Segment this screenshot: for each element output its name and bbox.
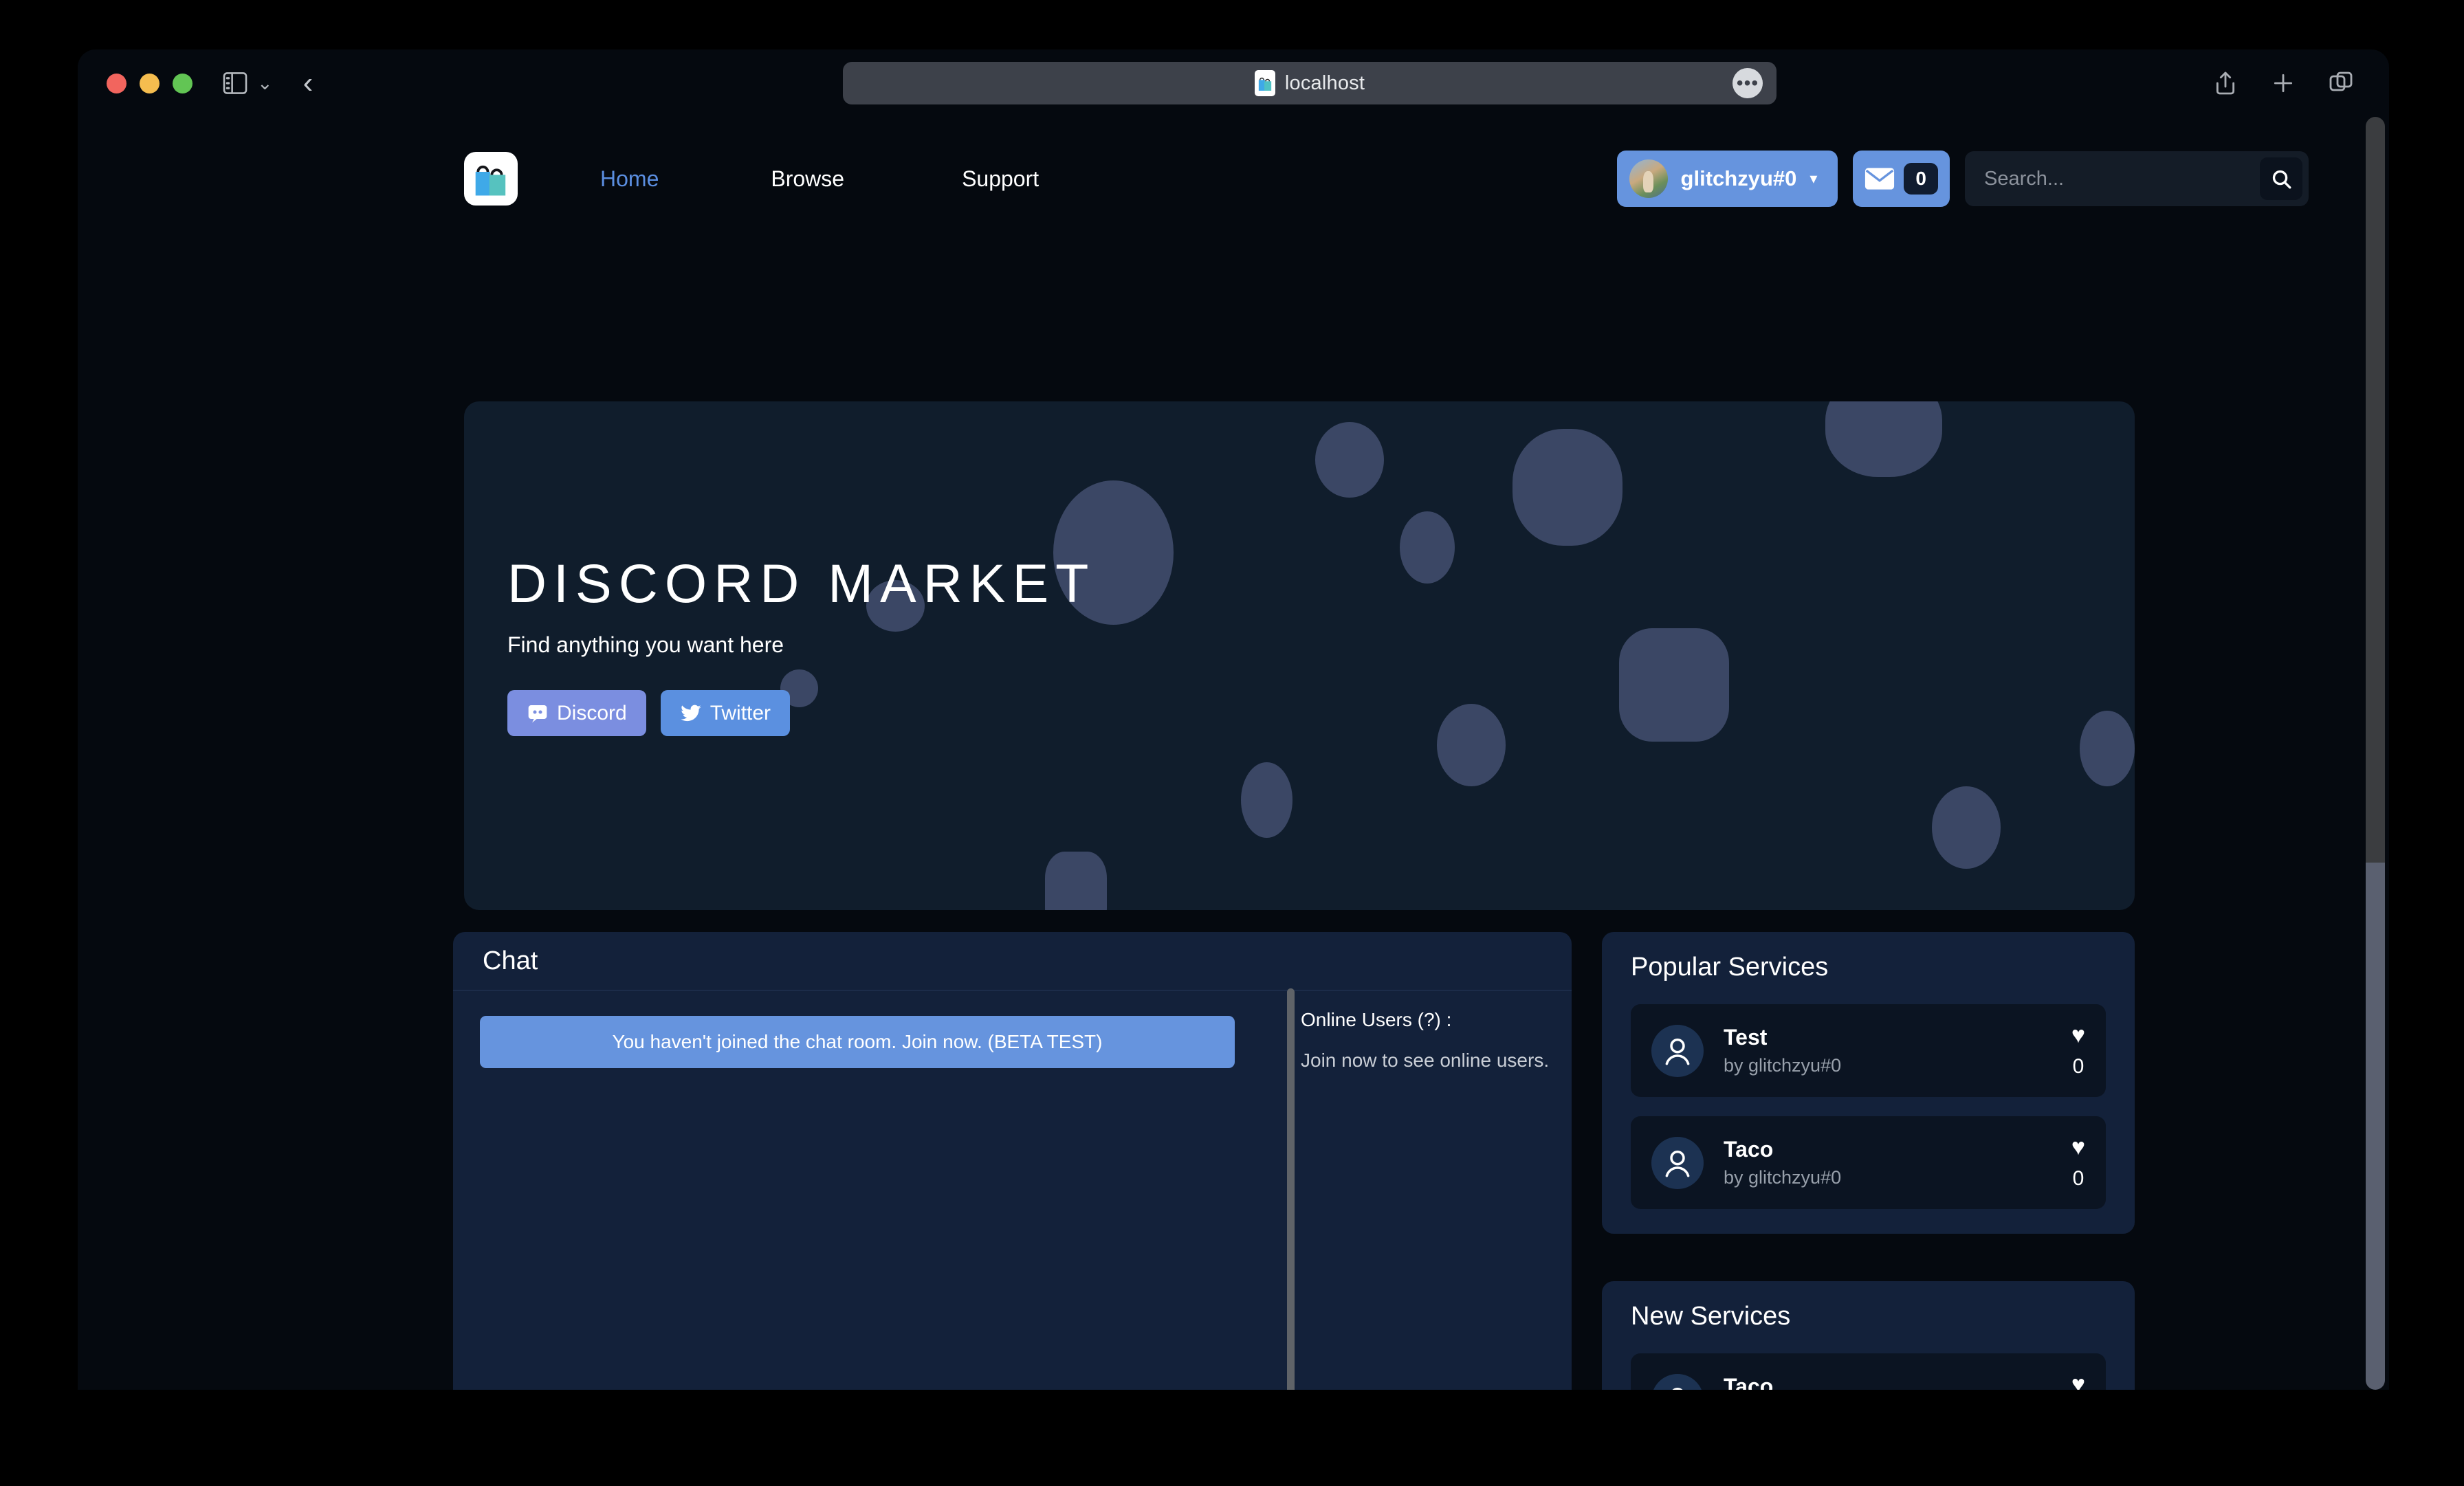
new-services-panel: New Services Taco by glitchzyu#0 ♥ 0 bbox=[1602, 1281, 2135, 1390]
header-actions: glitchzyu#0 ▾ 0 bbox=[1616, 151, 2309, 207]
popular-services-title: Popular Services bbox=[1631, 953, 1829, 982]
page-title: DISCORD MARKET bbox=[507, 553, 1096, 614]
online-users-panel: Online Users (?) : Join now to see onlin… bbox=[1301, 1009, 1590, 1072]
avatar bbox=[1629, 159, 1668, 198]
window-traffic-lights bbox=[107, 73, 192, 93]
tab-overview-icon[interactable] bbox=[2327, 69, 2355, 97]
service-author: by glitchzyu#0 bbox=[1724, 1167, 1842, 1188]
plus-icon[interactable] bbox=[2269, 69, 2297, 97]
avatar bbox=[1651, 1024, 1704, 1077]
service-card[interactable]: Taco by glitchzyu#0 ♥ 0 bbox=[1631, 1353, 2106, 1390]
service-info: Taco by glitchzyu#0 bbox=[1724, 1374, 2071, 1390]
service-name: Taco bbox=[1724, 1374, 1774, 1390]
new-services-title: New Services bbox=[1631, 1302, 1791, 1331]
discord-button[interactable]: Discord bbox=[507, 690, 646, 736]
service-likes[interactable]: ♥ 0 bbox=[2071, 1135, 2085, 1190]
search-button[interactable] bbox=[2260, 157, 2302, 200]
chat-title: Chat bbox=[483, 946, 538, 975]
search-input[interactable] bbox=[1984, 167, 2260, 190]
back-arrow-icon[interactable]: ‹ bbox=[303, 68, 314, 98]
chevron-down-icon: ▾ bbox=[1810, 170, 1818, 187]
site-header: Home Browse Support glitchzyu#0 ▾ 0 bbox=[78, 117, 2370, 241]
hero-banner: DISCORD MARKET Find anything you want he… bbox=[464, 401, 2135, 910]
service-info: Taco by glitchzyu#0 bbox=[1724, 1137, 2071, 1188]
hero-subtitle: Find anything you want here bbox=[507, 632, 784, 657]
chat-panel-scrollbar[interactable] bbox=[1287, 988, 1295, 1390]
twitter-button[interactable]: Twitter bbox=[660, 690, 791, 736]
service-likes[interactable]: ♥ 0 bbox=[2071, 1373, 2085, 1390]
close-window-button[interactable] bbox=[107, 73, 126, 93]
chat-panel: Chat You haven't joined the chat room. J… bbox=[453, 932, 1572, 1390]
browser-window: ⌄ ‹ localhost ••• Home Browse Support gl… bbox=[78, 49, 2389, 1390]
discord-icon bbox=[528, 705, 547, 722]
user-icon bbox=[1672, 1387, 1683, 1390]
chat-message-list: You haven't joined the chat room. Join n… bbox=[453, 991, 1262, 1390]
messages-button[interactable]: 0 bbox=[1853, 151, 1950, 207]
avatar bbox=[1651, 1373, 1704, 1390]
page-scrollbar-track[interactable] bbox=[2366, 117, 2385, 863]
main-nav: Home Browse Support bbox=[518, 166, 1039, 192]
user-name: glitchzyu#0 bbox=[1680, 166, 1797, 190]
join-chat-banner[interactable]: You haven't joined the chat room. Join n… bbox=[480, 1016, 1235, 1068]
page-viewport: Home Browse Support glitchzyu#0 ▾ 0 Sear… bbox=[78, 117, 2389, 1390]
service-name: Taco bbox=[1724, 1137, 1774, 1162]
envelope-icon bbox=[1865, 168, 1895, 190]
like-count: 0 bbox=[2072, 1166, 2084, 1190]
online-users-message: Join now to see online users. bbox=[1301, 1050, 1550, 1071]
service-author: by glitchzyu#0 bbox=[1724, 1055, 1842, 1076]
sidebar-controls: ⌄ bbox=[223, 72, 273, 94]
search-icon bbox=[2272, 170, 2291, 188]
like-count: 0 bbox=[2072, 1054, 2084, 1078]
address-text: localhost bbox=[1284, 71, 1365, 94]
address-bar[interactable]: localhost ••• bbox=[843, 62, 1776, 104]
heart-icon: ♥ bbox=[2071, 1371, 2085, 1390]
page-scrollbar-thumb[interactable] bbox=[2366, 863, 2385, 1390]
minimize-window-button[interactable] bbox=[140, 73, 160, 93]
maximize-window-button[interactable] bbox=[173, 73, 192, 93]
page-scrollbar[interactable] bbox=[2366, 117, 2385, 1390]
search-box bbox=[1965, 151, 2309, 206]
browser-toolbar-actions bbox=[2212, 69, 2355, 97]
user-icon bbox=[1665, 1038, 1690, 1065]
shopping-bags-favicon-icon bbox=[1258, 78, 1272, 91]
messages-count-badge: 0 bbox=[1904, 163, 1938, 195]
site-logo[interactable] bbox=[464, 152, 518, 206]
sidebar-toggle-icon[interactable] bbox=[223, 72, 248, 94]
nav-item-home[interactable]: Home bbox=[600, 166, 659, 192]
popular-services-panel: Popular Services Test by glitchzyu#0 ♥ 0 bbox=[1602, 932, 2135, 1234]
chat-header: Chat bbox=[453, 932, 1572, 991]
page-settings-button[interactable]: ••• bbox=[1732, 68, 1763, 98]
service-card[interactable]: Test by glitchzyu#0 ♥ 0 bbox=[1631, 1004, 2106, 1097]
service-info: Test by glitchzyu#0 bbox=[1724, 1025, 2071, 1076]
share-icon[interactable] bbox=[2212, 69, 2239, 97]
hero-content: DISCORD MARKET Find anything you want he… bbox=[507, 556, 1095, 736]
hero-buttons: Discord Twitter bbox=[507, 690, 1095, 736]
shopping-bags-logo-icon bbox=[475, 165, 506, 196]
online-users-title: Online Users (?) : bbox=[1301, 1009, 1452, 1030]
user-menu-button[interactable]: glitchzyu#0 ▾ bbox=[1616, 151, 1838, 207]
site-favicon bbox=[1254, 70, 1275, 96]
chevron-down-icon[interactable]: ⌄ bbox=[257, 74, 273, 93]
user-icon bbox=[1665, 1150, 1690, 1177]
nav-item-support[interactable]: Support bbox=[962, 166, 1039, 192]
nav-item-browse[interactable]: Browse bbox=[771, 166, 844, 192]
heart-icon: ♥ bbox=[2071, 1133, 2085, 1160]
avatar bbox=[1651, 1136, 1704, 1189]
heart-icon: ♥ bbox=[2071, 1021, 2085, 1048]
twitter-button-label: Twitter bbox=[710, 701, 771, 724]
service-name: Test bbox=[1724, 1025, 1768, 1050]
service-card[interactable]: Taco by glitchzyu#0 ♥ 0 bbox=[1631, 1116, 2106, 1209]
service-likes[interactable]: ♥ 0 bbox=[2071, 1023, 2085, 1078]
browser-toolbar: ⌄ ‹ localhost ••• bbox=[78, 49, 2389, 117]
discord-button-label: Discord bbox=[557, 701, 627, 724]
twitter-icon bbox=[681, 705, 701, 721]
